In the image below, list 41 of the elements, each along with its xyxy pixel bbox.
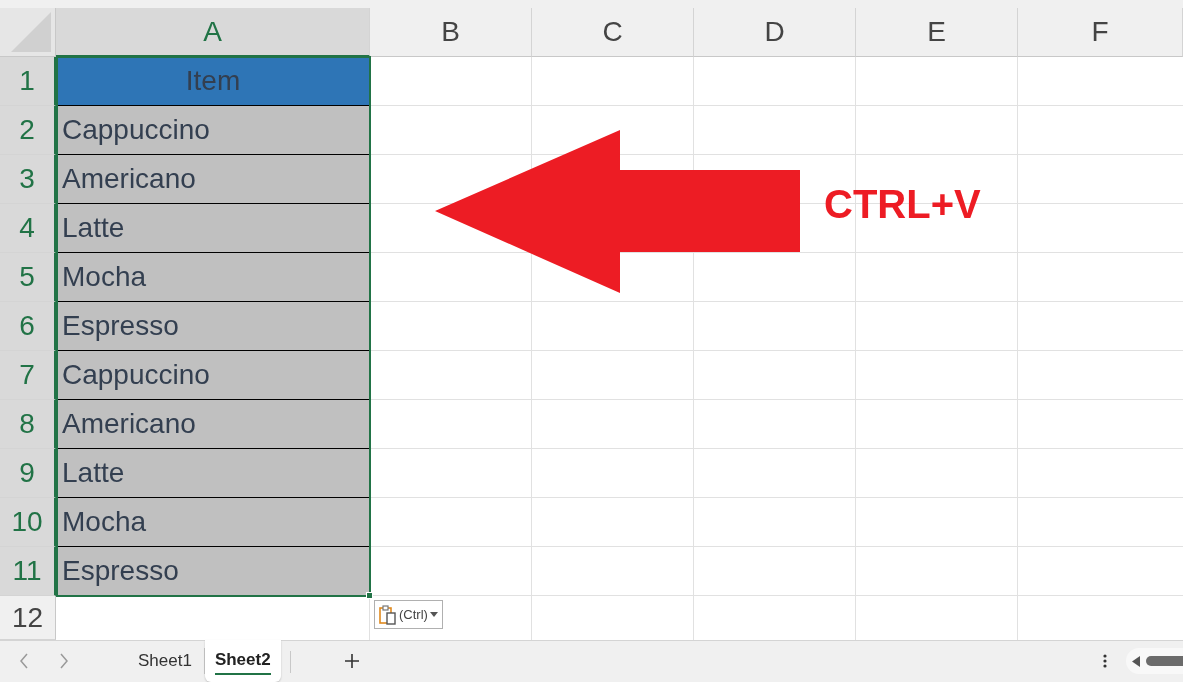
column-header[interactable]: E — [856, 8, 1018, 57]
table-cell[interactable]: Americano — [56, 155, 370, 204]
table-cell[interactable]: Americano — [56, 400, 370, 449]
row-header[interactable]: 9 — [0, 449, 56, 498]
row-header[interactable]: 7 — [0, 351, 56, 400]
clipboard-icon — [379, 604, 397, 625]
row-header[interactable]: 8 — [0, 400, 56, 449]
column-header[interactable]: C — [532, 8, 694, 57]
table-cell[interactable]: Mocha — [56, 498, 370, 547]
scrollbar-track[interactable] — [1126, 648, 1183, 674]
row-header[interactable]: 1 — [0, 57, 56, 106]
row-header[interactable]: 4 — [0, 204, 56, 253]
more-options-icon[interactable] — [1103, 654, 1107, 668]
add-sheet-icon[interactable] — [344, 653, 360, 669]
table-cell[interactable]: Latte — [56, 449, 370, 498]
row-header[interactable]: 5 — [0, 253, 56, 302]
row-header[interactable]: 6 — [0, 302, 56, 351]
sheet-tab[interactable]: Sheet2 — [204, 640, 281, 682]
column-header[interactable]: A — [56, 8, 370, 57]
row-header[interactable]: 11 — [0, 547, 56, 596]
table-cell[interactable]: Espresso — [56, 547, 370, 596]
scrollbar-thumb[interactable] — [1146, 656, 1183, 666]
caret-icon — [429, 612, 438, 617]
arrow-icon — [434, 129, 802, 295]
row-header[interactable]: 2 — [0, 106, 56, 155]
column-header[interactable]: B — [370, 8, 532, 57]
table-cell[interactable]: Mocha — [56, 253, 370, 302]
fill-handle[interactable] — [366, 592, 373, 599]
sheet-tab[interactable]: Sheet1 — [128, 648, 205, 674]
paste-options-button[interactable]: (Ctrl) — [374, 600, 443, 629]
table-cell[interactable]: Espresso — [56, 302, 370, 351]
annotation-text: CTRL+V — [824, 184, 981, 224]
table-cell[interactable]: Latte — [56, 204, 370, 253]
row-header[interactable]: 10 — [0, 498, 56, 547]
row-header[interactable]: 3 — [0, 155, 56, 204]
row-header[interactable]: 12 — [0, 596, 56, 640]
column-header[interactable]: D — [694, 8, 856, 57]
scroll-left-icon[interactable] — [1132, 655, 1140, 667]
table-cell[interactable]: Cappuccino — [56, 106, 370, 155]
table-cell[interactable]: Cappuccino — [56, 351, 370, 400]
column-header[interactable]: F — [1018, 8, 1183, 57]
